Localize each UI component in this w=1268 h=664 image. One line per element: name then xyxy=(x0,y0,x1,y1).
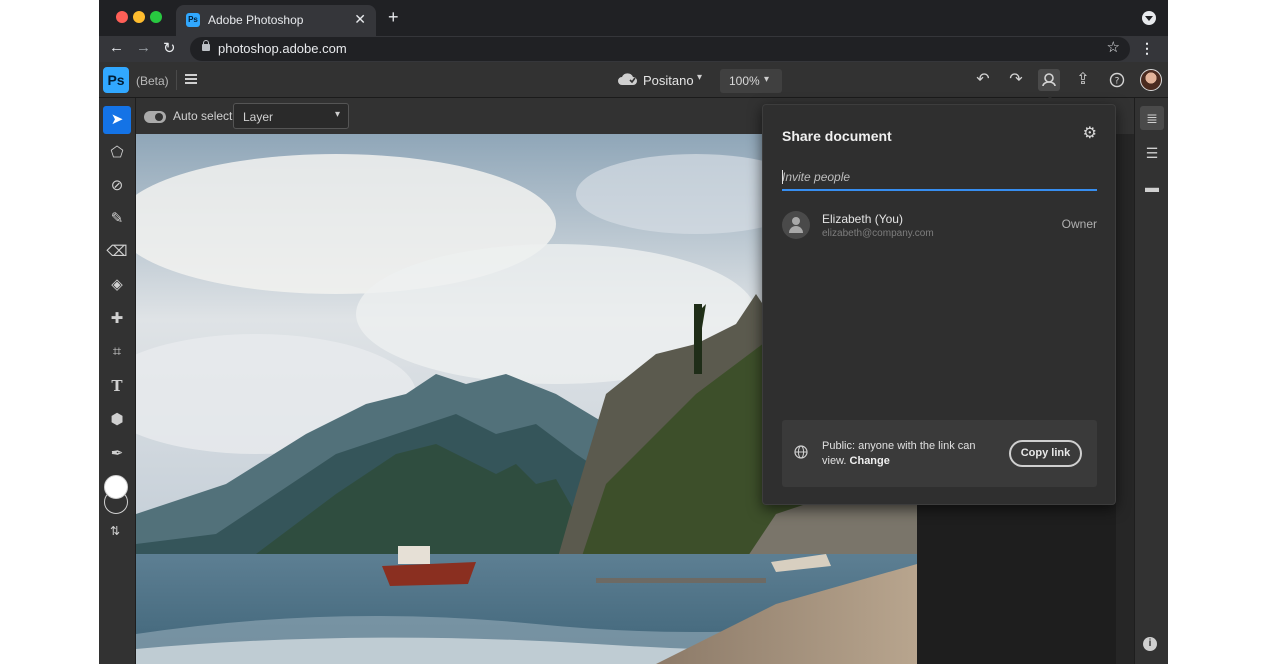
close-window-button[interactable] xyxy=(116,11,128,23)
text-cursor xyxy=(782,170,783,184)
copy-link-button[interactable]: Copy link xyxy=(1009,440,1082,467)
adjustments-icon[interactable]: ☰ xyxy=(1140,141,1164,165)
lock-icon xyxy=(202,40,210,51)
crop-tool-icon[interactable]: ⌗ xyxy=(103,338,131,366)
link-access-description: Public: anyone with the link can view. xyxy=(822,440,976,467)
swap-colors-icon[interactable]: ⇅ xyxy=(110,524,120,538)
question-circle-icon: ? xyxy=(1109,72,1125,88)
layer-select-value: Layer xyxy=(243,110,274,124)
maximize-window-button[interactable] xyxy=(150,11,162,23)
photoshop-logo[interactable]: Ps xyxy=(103,67,129,93)
reload-icon[interactable]: ↻ xyxy=(163,39,176,57)
new-tab-button[interactable]: + xyxy=(388,7,399,28)
browser-tabbar: Ps Adobe Photoshop ✕ + xyxy=(99,0,1168,36)
collaborator-email: elizabeth@company.com xyxy=(822,228,934,239)
forward-arrow-icon[interactable]: → xyxy=(136,39,151,56)
right-panel-strip: ≣ ☰ ▬ xyxy=(1134,98,1168,664)
shape-tool-icon[interactable]: ⬢ xyxy=(103,406,131,434)
cloud-sync-icon xyxy=(618,73,637,85)
layers-icon[interactable]: ≣ xyxy=(1140,106,1164,130)
link-access-box: Public: anyone with the link can view. C… xyxy=(782,420,1097,487)
document-name[interactable]: Positano xyxy=(643,73,694,88)
info-icon[interactable]: i xyxy=(1143,637,1157,651)
photoshop-favicon-icon: Ps xyxy=(186,13,200,27)
address-bar[interactable]: photoshop.adobe.com ☆ xyxy=(190,37,1130,61)
tab-title: Adobe Photoshop xyxy=(208,13,304,27)
close-tab-icon[interactable]: ✕ xyxy=(354,11,366,28)
chevron-down-icon: ▾ xyxy=(764,74,770,85)
bookmark-star-icon[interactable]: ☆ xyxy=(1107,38,1120,56)
zoom-dropdown[interactable]: 100% ▾ xyxy=(720,69,782,93)
lasso-tool-icon[interactable]: ⬠ xyxy=(103,139,131,167)
layer-select-dropdown[interactable]: Layer ▾ xyxy=(233,103,349,129)
beta-label: (Beta) xyxy=(136,74,169,88)
back-arrow-icon[interactable]: ← xyxy=(109,39,124,56)
browser-tab[interactable]: Ps Adobe Photoshop ✕ xyxy=(176,5,376,36)
redo-icon[interactable]: ↷ xyxy=(1005,69,1027,91)
browser-window: Ps Adobe Photoshop ✕ + ← → ↻ photoshop.a… xyxy=(99,0,1168,664)
layers-panel-edge xyxy=(1116,134,1134,664)
share-document-popover: Share document ⚙ Elizabeth (You) elizabe… xyxy=(762,104,1116,505)
tab-search-icon[interactable] xyxy=(1142,11,1156,25)
type-tool-icon[interactable]: T xyxy=(103,372,131,400)
foreground-color-swatch[interactable] xyxy=(104,475,128,499)
globe-icon xyxy=(794,445,808,462)
healing-brush-icon[interactable]: ✚ xyxy=(103,305,131,333)
undo-icon[interactable]: ↶ xyxy=(972,69,994,91)
app-header: Ps (Beta) Positano ▾ 100% ▾ ↶ ↷ ⇪ ? xyxy=(99,62,1168,98)
invite-people-icon[interactable] xyxy=(1038,69,1060,91)
minimize-window-button[interactable] xyxy=(133,11,145,23)
collaborator-row: Elizabeth (You) elizabeth@company.com Ow… xyxy=(782,210,1097,246)
browser-menu-icon[interactable]: ⋮ xyxy=(1140,40,1154,57)
person-add-icon xyxy=(1042,73,1056,87)
header-divider xyxy=(176,70,177,90)
share-export-icon[interactable]: ⇪ xyxy=(1072,69,1094,91)
hamburger-menu-icon[interactable] xyxy=(185,74,197,84)
quick-selection-icon[interactable]: ⊘ xyxy=(103,172,131,200)
tools-panel: ➤ ⬠ ⊘ ✎ ⌫ ◈ ✚ ⌗ T ⬢ ✒ ⇅ xyxy=(99,98,136,664)
chevron-down-icon[interactable]: ▾ xyxy=(697,72,702,83)
brush-tool-icon[interactable]: ✎ xyxy=(103,205,131,233)
svg-text:?: ? xyxy=(1115,77,1120,87)
collaborator-role: Owner xyxy=(1061,217,1097,231)
invite-people-field[interactable] xyxy=(782,166,1097,191)
help-icon[interactable]: ? xyxy=(1106,69,1128,91)
user-avatar[interactable] xyxy=(1140,69,1162,91)
person-avatar-icon xyxy=(782,211,810,239)
chevron-down-icon: ▾ xyxy=(334,109,340,120)
share-title: Share document xyxy=(782,128,892,144)
zoom-value: 100% xyxy=(729,74,760,88)
paint-bucket-icon[interactable]: ◈ xyxy=(103,271,131,299)
change-access-link[interactable]: Change xyxy=(850,455,890,467)
auto-select-label: Auto select xyxy=(173,109,233,123)
browser-toolbar: ← → ↻ photoshop.adobe.com ☆ ⋮ xyxy=(99,36,1168,62)
eyedropper-tool-icon[interactable]: ✒ xyxy=(103,440,131,468)
invite-people-input[interactable] xyxy=(782,166,1097,188)
settings-gear-icon[interactable]: ⚙ xyxy=(1083,123,1097,143)
globe-svg-icon xyxy=(794,445,808,459)
link-access-text: Public: anyone with the link can view. C… xyxy=(822,439,992,469)
move-tool-icon[interactable]: ➤ xyxy=(103,106,131,134)
comments-icon[interactable]: ▬ xyxy=(1140,175,1164,199)
eraser-tool-icon[interactable]: ⌫ xyxy=(103,238,131,266)
url-text: photoshop.adobe.com xyxy=(218,41,347,56)
collaborator-name: Elizabeth (You) xyxy=(822,212,903,226)
auto-select-toggle[interactable] xyxy=(144,111,166,123)
